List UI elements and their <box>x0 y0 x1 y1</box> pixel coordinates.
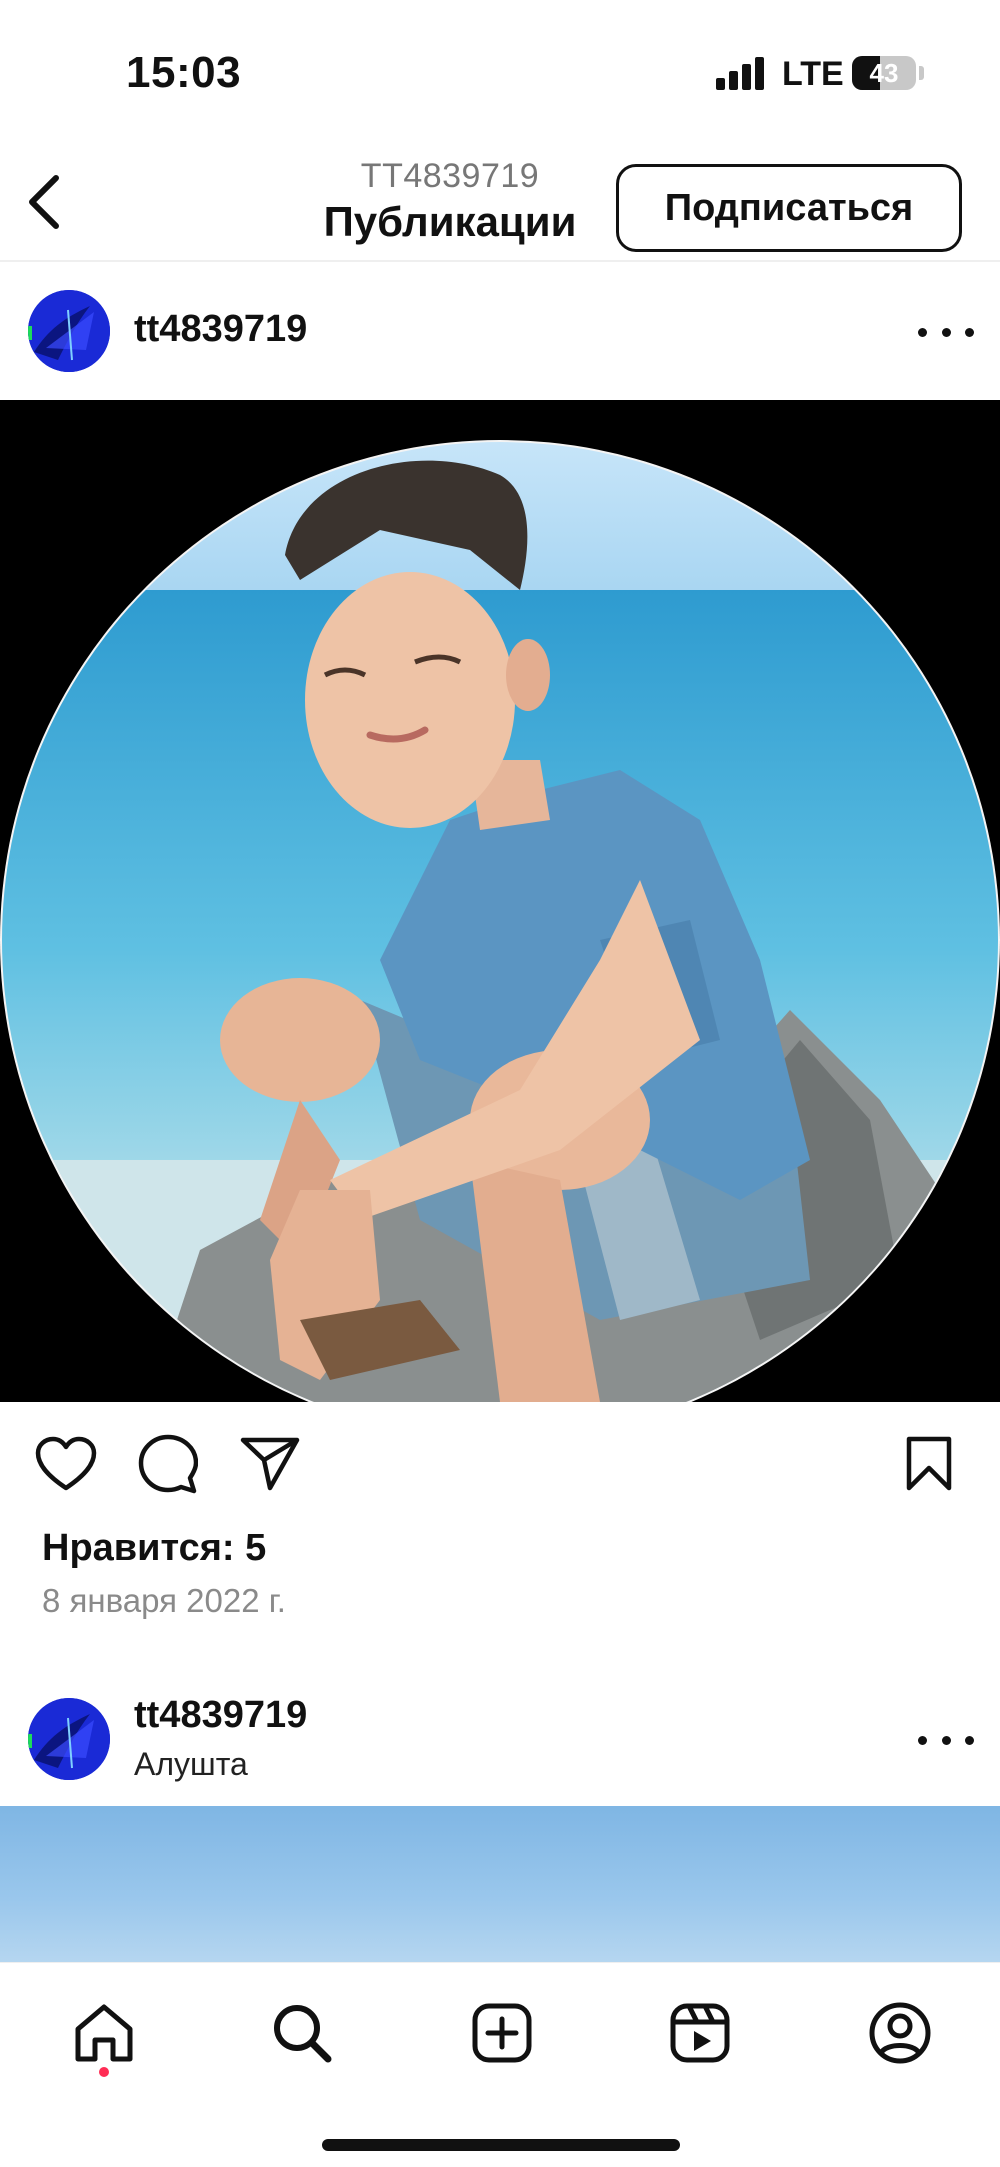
bookmark-icon <box>906 1436 952 1491</box>
post-actions <box>0 1402 1000 1522</box>
avatar-image <box>28 1698 110 1780</box>
top-header: TT4839719 Публикации Подписаться <box>0 140 1000 262</box>
profile-icon <box>869 2002 931 2064</box>
more-options-button[interactable] <box>918 312 974 352</box>
nav-profile[interactable] <box>864 1997 936 2069</box>
follow-button[interactable]: Подписаться <box>616 164 962 252</box>
post-image[interactable] <box>0 400 1000 1402</box>
send-icon <box>240 1437 300 1491</box>
header-titles: TT4839719 Публикации <box>300 156 600 248</box>
account-id: TT4839719 <box>360 157 540 195</box>
status-time: 15:03 <box>126 48 242 97</box>
share-button[interactable] <box>238 1432 302 1496</box>
comment-button[interactable] <box>136 1432 200 1496</box>
post-location[interactable]: Алушта <box>134 1746 248 1783</box>
bottom-nav <box>0 1962 1000 2167</box>
post-date: 8 января 2022 г. <box>42 1582 286 1619</box>
back-button[interactable] <box>14 170 74 234</box>
chevron-left-icon <box>29 175 59 229</box>
dot <box>965 327 974 337</box>
post-header: tt4839719 <box>0 262 1000 400</box>
post-username[interactable]: tt4839719 <box>134 308 307 351</box>
battery-level: 43 <box>869 58 899 88</box>
nav-home[interactable] <box>68 1997 140 2069</box>
status-bar: 15:03 LTE 43 <box>0 0 1000 140</box>
post-image[interactable] <box>0 1806 1000 1962</box>
nav-search[interactable] <box>266 1997 338 2069</box>
avatar[interactable] <box>28 1698 110 1780</box>
dot <box>941 327 951 337</box>
save-button[interactable] <box>897 1432 961 1496</box>
cellular-signal-icon <box>716 56 764 90</box>
nav-create[interactable] <box>466 1997 538 2069</box>
create-icon <box>472 2003 532 2063</box>
network-type: LTE <box>782 55 844 93</box>
dot <box>941 1735 951 1745</box>
home-icon <box>75 2004 133 2062</box>
search-icon <box>274 2005 332 2063</box>
battery-tip <box>919 66 924 80</box>
post-header: tt4839719 Алушта <box>0 1670 1000 1808</box>
heart-icon <box>35 1436 97 1491</box>
likes-count[interactable]: Нравится: 5 <box>42 1527 266 1570</box>
post-photo <box>0 400 1000 1402</box>
nav-reels[interactable] <box>664 1997 736 2069</box>
like-button[interactable] <box>34 1432 98 1496</box>
dot <box>918 327 927 337</box>
battery-icon: 43 <box>852 56 916 90</box>
reels-icon <box>670 2003 730 2063</box>
comment-icon <box>138 1434 198 1494</box>
avatar-image <box>28 290 110 372</box>
more-options-button[interactable] <box>918 1720 974 1760</box>
dot <box>965 1735 974 1745</box>
post-username[interactable]: tt4839719 <box>134 1694 307 1737</box>
page-title: Публикации <box>323 198 577 245</box>
dot <box>918 1735 927 1745</box>
home-indicator <box>322 2139 680 2151</box>
notification-dot <box>99 2067 109 2077</box>
avatar[interactable] <box>28 290 110 372</box>
